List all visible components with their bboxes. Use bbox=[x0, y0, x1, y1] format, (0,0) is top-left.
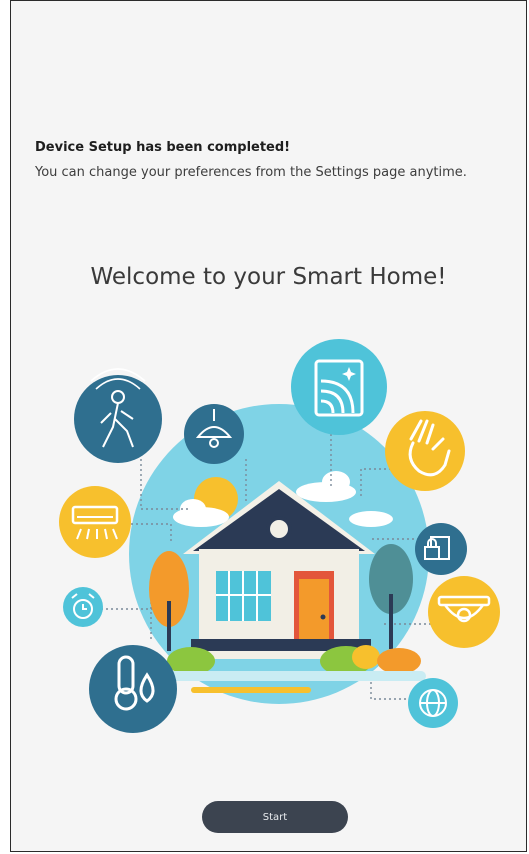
gesture-hand-icon bbox=[385, 411, 465, 491]
setup-complete-screen: Device Setup has been completed! You can… bbox=[10, 0, 527, 852]
path bbox=[191, 687, 311, 693]
welcome-heading: Welcome to your Smart Home! bbox=[90, 264, 447, 290]
globe-icon bbox=[408, 678, 458, 728]
smart-lock-icon bbox=[415, 523, 467, 575]
ceiling-lamp-icon bbox=[184, 404, 244, 464]
smart-home-illustration bbox=[59, 339, 500, 733]
start-button[interactable]: Start bbox=[202, 801, 348, 833]
setup-complete-title: Device Setup has been completed! bbox=[35, 140, 291, 155]
motion-sensor-icon bbox=[74, 368, 162, 463]
alarm-clock-icon bbox=[63, 587, 103, 627]
temperature-humidity-icon bbox=[89, 645, 177, 733]
smart-display-icon bbox=[291, 339, 387, 435]
security-camera-icon bbox=[428, 576, 500, 648]
ground bbox=[151, 671, 426, 681]
setup-complete-message: You can change your preferences from the… bbox=[35, 165, 467, 180]
air-conditioner-icon bbox=[59, 486, 131, 558]
